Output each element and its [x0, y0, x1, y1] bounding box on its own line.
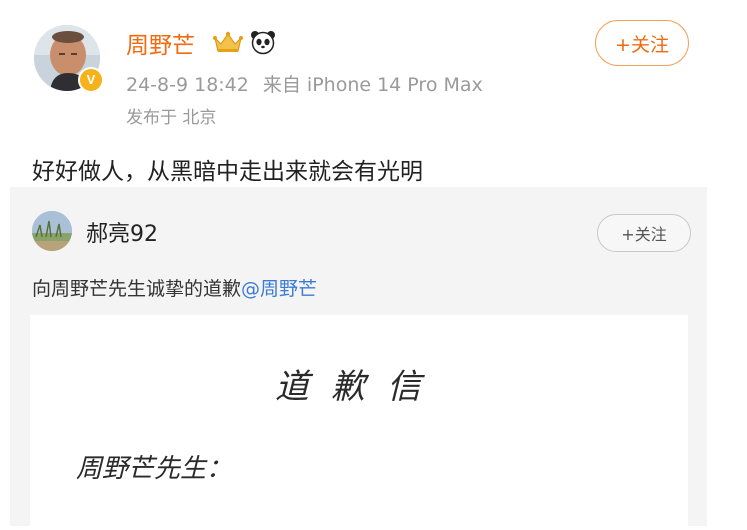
post-source: 来自 iPhone 14 Pro Max	[262, 74, 483, 96]
post-location: 发布于 北京	[126, 108, 217, 128]
repost-card[interactable]: 郝亮92 +关注 向周野芒先生诚挚的道歉@周野芒 道歉信 周野芒先生：	[10, 187, 707, 526]
letter-title: 道歉信	[275, 367, 443, 407]
post-header: V 周野芒 24-8-9 18:42 来自 iPhone 14 Pro Max 发…	[0, 0, 747, 140]
repost-follow-button[interactable]: +关注	[597, 214, 691, 252]
post-time: 24-8-9 18:42	[126, 74, 249, 96]
post-text: 好好做人，从黑暗中走出来就会有光明	[32, 159, 423, 185]
repost-author-avatar[interactable]	[32, 211, 72, 251]
apology-letter-image[interactable]: 道歉信 周野芒先生：	[30, 315, 688, 526]
letter-salutation: 周野芒先生：	[76, 454, 232, 484]
follow-button[interactable]: +关注	[595, 20, 689, 66]
author-avatar[interactable]: V	[34, 25, 104, 93]
panda-icon	[251, 31, 275, 55]
crown-icon	[213, 31, 243, 52]
repost-text-body: 向周野芒先生诚挚的道歉	[32, 278, 242, 300]
repost-author-name[interactable]: 郝亮92	[86, 216, 158, 248]
repost-text: 向周野芒先生诚挚的道歉@周野芒	[32, 274, 317, 301]
post-meta: 24-8-9 18:42 来自 iPhone 14 Pro Max	[126, 70, 483, 97]
mention-link[interactable]: @周野芒	[241, 278, 317, 300]
author-name[interactable]: 周野芒	[126, 26, 195, 60]
verified-badge-icon: V	[78, 67, 104, 93]
